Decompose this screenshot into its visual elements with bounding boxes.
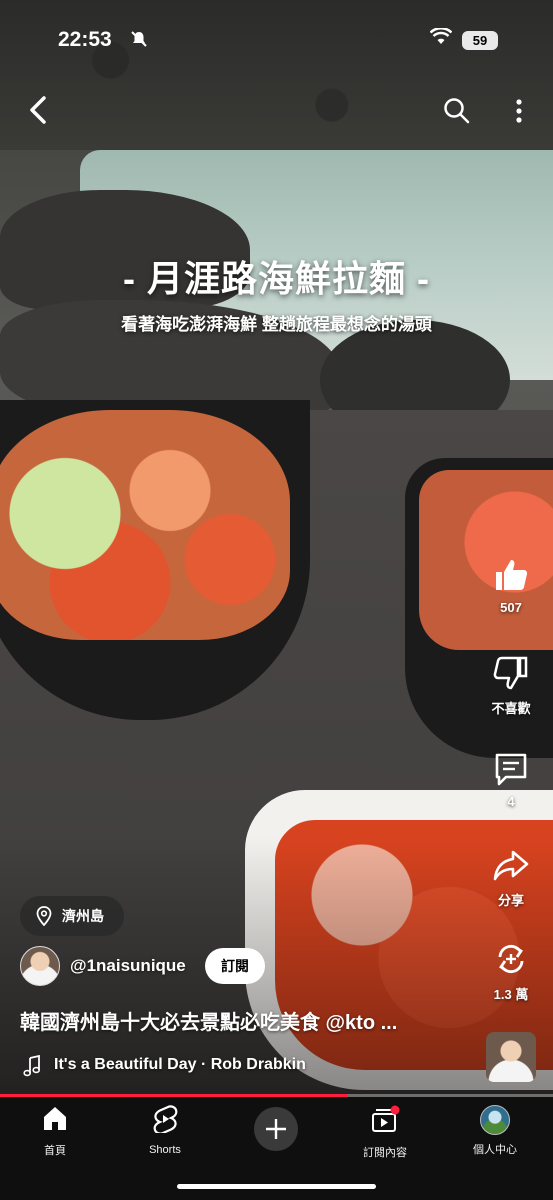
- nav-item-profile[interactable]: 個人中心: [440, 1105, 550, 1157]
- nav-item-shorts[interactable]: Shorts: [110, 1105, 220, 1156]
- subscribe-button[interactable]: 訂閱: [205, 948, 265, 984]
- nav-item-home[interactable]: 首頁: [0, 1105, 110, 1158]
- back-arrow-icon[interactable]: [22, 92, 54, 128]
- like-count: 507: [500, 600, 522, 615]
- remix-icon: [498, 944, 524, 974]
- home-indicator: [177, 1184, 376, 1189]
- video-overlay-title: - 月涯路海鮮拉麵 -: [123, 258, 430, 299]
- status-time: 22:53: [58, 28, 112, 51]
- channel-handle[interactable]: @1naisunique: [70, 956, 186, 976]
- channel-avatar[interactable]: [20, 946, 60, 986]
- location-pin-icon: [36, 906, 52, 926]
- subscriptions-icon: [372, 1105, 400, 1132]
- remix-count: 1.3 萬: [493, 987, 529, 1002]
- share-button[interactable]: 分享: [481, 846, 541, 909]
- nav-label-profile: 個人中心: [473, 1144, 517, 1156]
- comments-button[interactable]: 4: [481, 750, 541, 809]
- create-button[interactable]: [254, 1107, 298, 1151]
- search-icon[interactable]: [442, 96, 472, 126]
- video-overlay-subtitle: 看著海吃澎湃海鮮 整趟旅程最想念的湯頭: [121, 315, 432, 334]
- dislike-button[interactable]: 不喜歡: [481, 654, 541, 717]
- more-options-icon[interactable]: [507, 96, 531, 126]
- video-description[interactable]: 韓國濟州島十大必去景點必吃美食 @kto ...: [20, 1006, 480, 1035]
- music-thumbnail[interactable]: [486, 1032, 536, 1082]
- remix-button[interactable]: 1.3 萬: [481, 940, 541, 1003]
- share-label: 分享: [497, 893, 524, 908]
- like-button[interactable]: 507: [481, 556, 541, 615]
- thumbs-up-icon: [496, 560, 528, 590]
- bell-muted-icon: [130, 30, 148, 53]
- music-label[interactable]: It's a Beautiful Day · Rob Drabkin: [54, 1056, 306, 1074]
- wifi-icon: [429, 26, 453, 51]
- location-chip[interactable]: 濟州島: [20, 896, 124, 936]
- nav-label-home: 首頁: [44, 1145, 66, 1157]
- share-icon: [493, 850, 529, 881]
- home-icon: [44, 1107, 66, 1130]
- dislike-label: 不喜歡: [491, 701, 531, 716]
- profile-avatar: [480, 1105, 510, 1135]
- nav-label-shorts: Shorts: [149, 1144, 181, 1156]
- plus-icon: [266, 1119, 286, 1139]
- comment-count: 4: [507, 794, 515, 809]
- nav-label-subscriptions: 訂閱內容: [363, 1147, 407, 1159]
- nav-item-subscriptions[interactable]: 訂閱內容: [330, 1105, 440, 1160]
- comment-icon: [495, 753, 527, 786]
- music-note-icon: [22, 1054, 42, 1082]
- status-bar: 22:53 59: [0, 0, 553, 80]
- seafood-ramen-bowl: [0, 400, 310, 720]
- shorts-icon: [153, 1105, 178, 1135]
- thumbs-down-icon: [493, 656, 528, 690]
- location-label: 濟州島: [62, 908, 104, 924]
- battery-indicator: 59: [462, 31, 498, 50]
